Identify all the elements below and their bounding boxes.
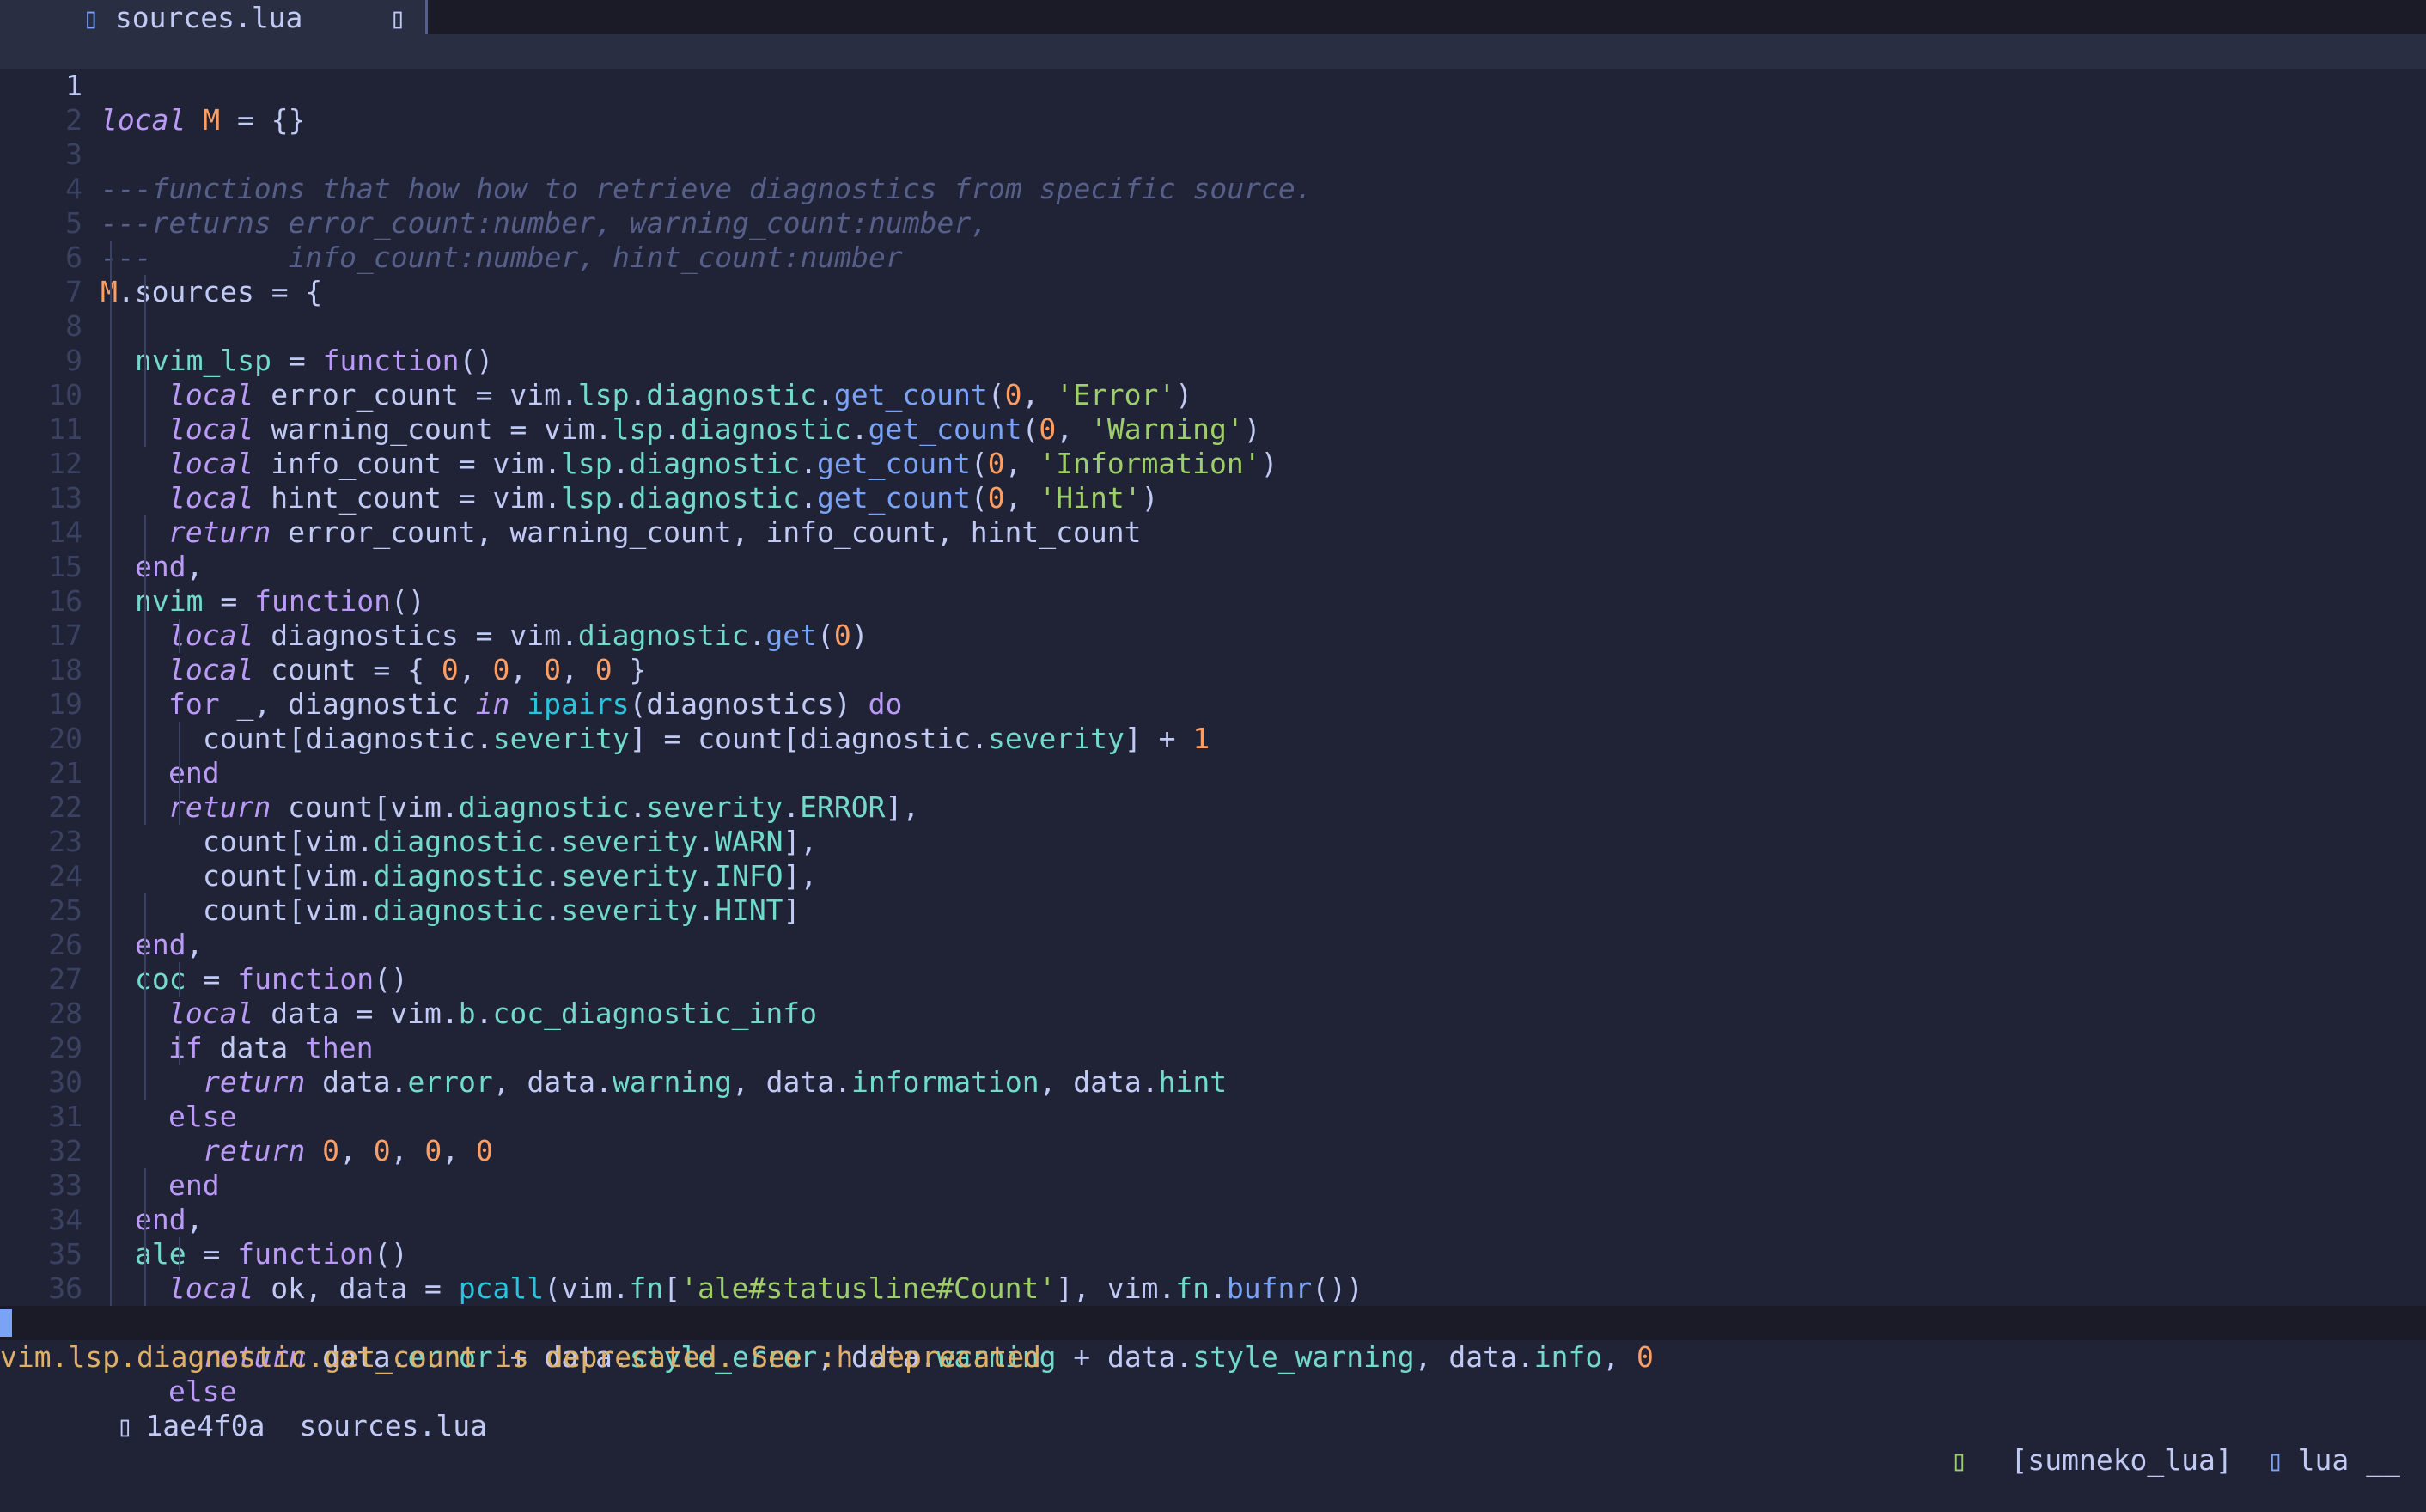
code-line: 24 end,: [0, 825, 2426, 961]
code-line: 31 end: [0, 1065, 2426, 1202]
git-branch: 1ae4f0a: [145, 1409, 265, 1442]
code-line: 14 nvim = function(): [0, 481, 2426, 618]
tab-filename: sources.lua: [114, 0, 303, 34]
mode-indicator: [0, 1309, 12, 1337]
lsp-client: [sumneko_lua]: [2010, 1443, 2233, 1477]
code-line: 26 local data = vim.b.coc_diagnostic_inf…: [0, 893, 2426, 1030]
lua-file-icon: ▯: [2266, 1443, 2284, 1477]
code-line: 7 nvim_lsp = function(): [0, 241, 2426, 377]
status-filename: sources.lua: [299, 1409, 487, 1442]
scroll-progress: __: [2366, 1443, 2400, 1477]
filetype: lua: [2297, 1443, 2350, 1477]
code-line: 27 if data then: [0, 928, 2426, 1064]
code-line: 2: [0, 69, 2426, 137]
code-line: 9 local warning_count = vim.lsp.diagnost…: [0, 309, 2426, 446]
code-line: 12 return error_count, warning_count, in…: [0, 412, 2426, 549]
code-line: 1 local M = {}: [0, 34, 2426, 137]
code-line: 19 end: [0, 653, 2426, 790]
code-line: 30 return 0, 0, 0, 0: [0, 1031, 2426, 1168]
tab-sources-lua[interactable]: ▯ sources.lua ▯: [0, 0, 428, 34]
code-line: 3 ---functions that how how to retrieve …: [0, 103, 2426, 205]
command-line-message: vim.lsp.diagnostic.get_count is deprecat…: [0, 1340, 1041, 1374]
code-line: 8 local error_count = vim.lsp.diagnostic…: [0, 275, 2426, 412]
code-line: 11 local hint_count = vim.lsp.diagnostic…: [0, 378, 2426, 515]
gear-icon: ▯: [1950, 1443, 1968, 1477]
code-line: 25 coc = function(): [0, 859, 2426, 996]
code-line: 33 ale = function(): [0, 1134, 2426, 1271]
code-line: 10 local info_count = vim.lsp.diagnostic…: [0, 344, 2426, 480]
code-line: 36 return data.error + data.style_error,…: [0, 1237, 2426, 1374]
code-line: 18 count[diagnostic.severity] = count[di…: [0, 619, 2426, 755]
code-line: 16 local count = { 0, 0, 0, 0 }: [0, 550, 2426, 686]
editor-buffer[interactable]: 1 local M = {} 2 3 ---functions that how…: [0, 34, 2426, 1408]
code-line: 37 else: [0, 1271, 2426, 1408]
code-line: 15 local diagnostics = vim.diagnostic.ge…: [0, 515, 2426, 652]
code-line: 4 ---returns error_count:number, warning…: [0, 137, 2426, 240]
close-icon[interactable]: ▯: [389, 1, 406, 34]
code-line: 5 --- info_count:number, hint_count:numb…: [0, 172, 2426, 274]
code-line: 20 return count[vim.diagnostic.severity.…: [0, 687, 2426, 824]
git-branch-icon: ▯: [116, 1409, 134, 1442]
code-line: 21 count[vim.diagnostic.severity.WARN],: [0, 722, 2426, 858]
lua-file-icon: ▯: [82, 0, 100, 34]
statusline: ▯ 1ae4f0a sources.lua ▯ [sumneko_lua] ▯ lua __: [0, 1306, 2426, 1477]
code-line: 35 if ok then: [0, 1203, 2426, 1339]
code-line: 29 else: [0, 997, 2426, 1133]
code-line: 13 end,: [0, 447, 2426, 583]
code-line: 32 end,: [0, 1100, 2426, 1236]
code-line: 6 M.sources = {: [0, 206, 2426, 308]
code-line: 34 local ok, data = pcall(vim.fn['ale#st…: [0, 1168, 2426, 1305]
tabline: ▯ sources.lua ▯: [0, 0, 2426, 34]
code-line: 17 for _, diagnostic in ipairs(diagnosti…: [0, 584, 2426, 721]
code-line: 22 count[vim.diagnostic.severity.INFO],: [0, 756, 2426, 893]
code-line: 28 return data.error, data.warning, data…: [0, 962, 2426, 1099]
code-line: 23 count[vim.diagnostic.severity.HINT]: [0, 790, 2426, 927]
